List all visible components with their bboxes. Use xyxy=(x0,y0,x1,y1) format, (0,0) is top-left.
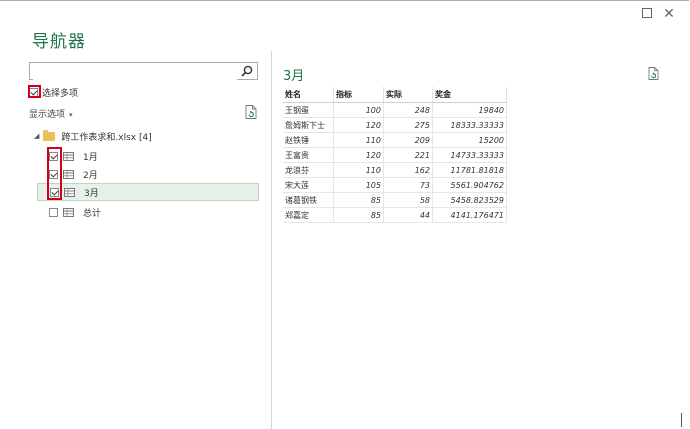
tree-folder-workbook[interactable]: ◢ 跨工作表求和.xlsx [4] xyxy=(34,129,152,143)
navigator-window: ✕ 导航器 选择多项 显示选项 ▾ ◢ 跨工作表求和.xlsx [4] 1月 2… xyxy=(0,0,689,429)
table-cell: 詹姆斯下士 xyxy=(283,117,334,133)
table-cell: 11781.81818 xyxy=(432,162,507,178)
close-icon[interactable]: ✕ xyxy=(660,5,678,23)
table-cell: 85 xyxy=(333,207,384,223)
table-row: 郑嘉定 85 44 4141.176471 xyxy=(283,207,507,223)
minimize-icon[interactable] xyxy=(638,5,656,23)
table-row: 詹姆斯下士 120 275 18333.33333 xyxy=(283,117,507,133)
table-cell: 宋大莲 xyxy=(283,177,334,193)
table-cell: 郑嘉定 xyxy=(283,207,334,223)
table-icon xyxy=(63,207,74,217)
column-header[interactable]: 指标 xyxy=(333,87,384,103)
sheet-checkbox[interactable] xyxy=(49,207,58,217)
table-cell: 19840 xyxy=(432,102,507,118)
table-cell: 15200 xyxy=(432,132,507,148)
sheet-label: 总计 xyxy=(83,208,102,219)
refresh-icon[interactable] xyxy=(648,67,659,80)
table-cell: 85 xyxy=(333,192,384,208)
table-icon xyxy=(63,169,74,179)
table-row: 赵铁锤 110 209 15200 xyxy=(283,132,507,148)
column-header[interactable]: 奖金 xyxy=(432,87,507,103)
table-cell: 5458.823529 xyxy=(432,192,507,208)
table-cell: 110 xyxy=(333,162,384,178)
table-cell: 诸葛钢铁 xyxy=(283,192,334,208)
table-row: 诸葛钢铁 85 58 5458.823529 xyxy=(283,192,507,208)
preview-title: 3月 xyxy=(283,69,305,84)
table-icon xyxy=(64,187,75,197)
expand-icon[interactable]: ◢ xyxy=(34,132,39,140)
table-cell: 275 xyxy=(383,117,433,133)
table-cell: 18333.33333 xyxy=(432,117,507,133)
table-cell: 58 xyxy=(383,192,433,208)
column-header[interactable]: 姓名 xyxy=(283,87,334,103)
table-cell: 162 xyxy=(383,162,433,178)
table-cell: 14733.33333 xyxy=(432,147,507,163)
select-multiple-label: 选择多项 xyxy=(42,88,79,99)
workbook-label: 跨工作表求和.xlsx [4] xyxy=(61,132,152,143)
table-cell: 209 xyxy=(383,132,433,148)
resize-edge xyxy=(681,413,682,427)
table-cell: 王钢蛋 xyxy=(283,102,334,118)
table-cell: 120 xyxy=(333,117,384,133)
table-header-row: 姓名 指标 实际 奖金 xyxy=(283,87,507,103)
table-cell: 44 xyxy=(383,207,433,223)
preview-table: 姓名 指标 实际 奖金 王钢蛋 100 248 19840 詹姆斯下士 120 275 183… xyxy=(283,87,507,223)
navigator-left-pane: 选择多项 显示选项 ▾ ◢ 跨工作表求和.xlsx [4] 1月 2月 3月 总… xyxy=(0,1,271,429)
tree-item-2月[interactable]: 2月 xyxy=(37,165,259,183)
refresh-icon[interactable] xyxy=(245,105,257,119)
pane-divider[interactable] xyxy=(271,51,272,429)
tree-item-1月[interactable]: 1月 xyxy=(37,147,259,165)
sheet-label: 3月 xyxy=(84,188,99,199)
table-row: 王钢蛋 100 248 19840 xyxy=(283,102,507,118)
tree-item-3月[interactable]: 3月 xyxy=(37,183,259,201)
table-cell: 120 xyxy=(333,147,384,163)
display-options-label: 显示选项 xyxy=(29,110,66,120)
table-cell: 赵铁锤 xyxy=(283,132,334,148)
search-icon[interactable] xyxy=(241,65,253,77)
tree-item-总计[interactable]: 总计 xyxy=(37,203,259,221)
table-cell: 105 xyxy=(333,177,384,193)
table-icon xyxy=(63,151,74,161)
table-cell: 龙浪芬 xyxy=(283,162,334,178)
table-cell: 73 xyxy=(383,177,433,193)
table-row: 宋大莲 105 73 5561.904762 xyxy=(283,177,507,193)
table-cell: 王富贵 xyxy=(283,147,334,163)
search-box[interactable] xyxy=(29,62,258,84)
search-input[interactable] xyxy=(33,67,237,84)
sheet-label: 1月 xyxy=(83,152,98,163)
table-cell: 100 xyxy=(333,102,384,118)
table-row: 龙浪芬 110 162 11781.81818 xyxy=(283,162,507,178)
folder-icon xyxy=(43,129,56,141)
chevron-down-icon: ▾ xyxy=(69,111,73,119)
table-cell: 248 xyxy=(383,102,433,118)
highlight-box xyxy=(28,85,41,98)
display-options-dropdown[interactable]: 显示选项 ▾ xyxy=(29,107,73,120)
table-row: 王富贵 120 221 14733.33333 xyxy=(283,147,507,163)
table-cell: 4141.176471 xyxy=(432,207,507,223)
table-cell: 5561.904762 xyxy=(432,177,507,193)
column-header[interactable]: 实际 xyxy=(383,87,433,103)
table-cell: 110 xyxy=(333,132,384,148)
highlight-box xyxy=(47,147,62,200)
sheet-label: 2月 xyxy=(83,170,98,181)
table-cell: 221 xyxy=(383,147,433,163)
